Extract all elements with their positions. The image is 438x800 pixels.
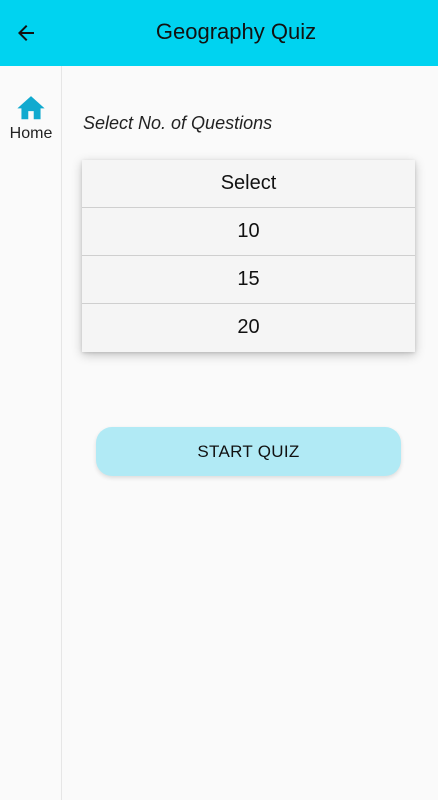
home-icon bbox=[17, 96, 45, 120]
question-count-dropdown: Select 10 15 20 bbox=[82, 160, 415, 352]
dropdown-option-15[interactable]: 15 bbox=[82, 256, 415, 304]
nav-rail: Home bbox=[0, 66, 62, 800]
main-content: Select No. of Questions Select 10 15 20 … bbox=[62, 66, 438, 800]
nav-item-home[interactable]: Home bbox=[0, 92, 62, 156]
nav-item-home-label: Home bbox=[9, 125, 53, 142]
dropdown-option-20[interactable]: 20 bbox=[82, 304, 415, 352]
page-title: Geography Quiz bbox=[155, 19, 317, 44]
dropdown-option-select[interactable]: Select bbox=[82, 160, 415, 208]
app-bar: Geography Quiz bbox=[0, 0, 438, 66]
dropdown-option-10[interactable]: 10 bbox=[82, 208, 415, 256]
question-count-prompt: Select No. of Questions bbox=[83, 113, 273, 133]
start-quiz-button[interactable]: START QUIZ bbox=[96, 427, 401, 476]
